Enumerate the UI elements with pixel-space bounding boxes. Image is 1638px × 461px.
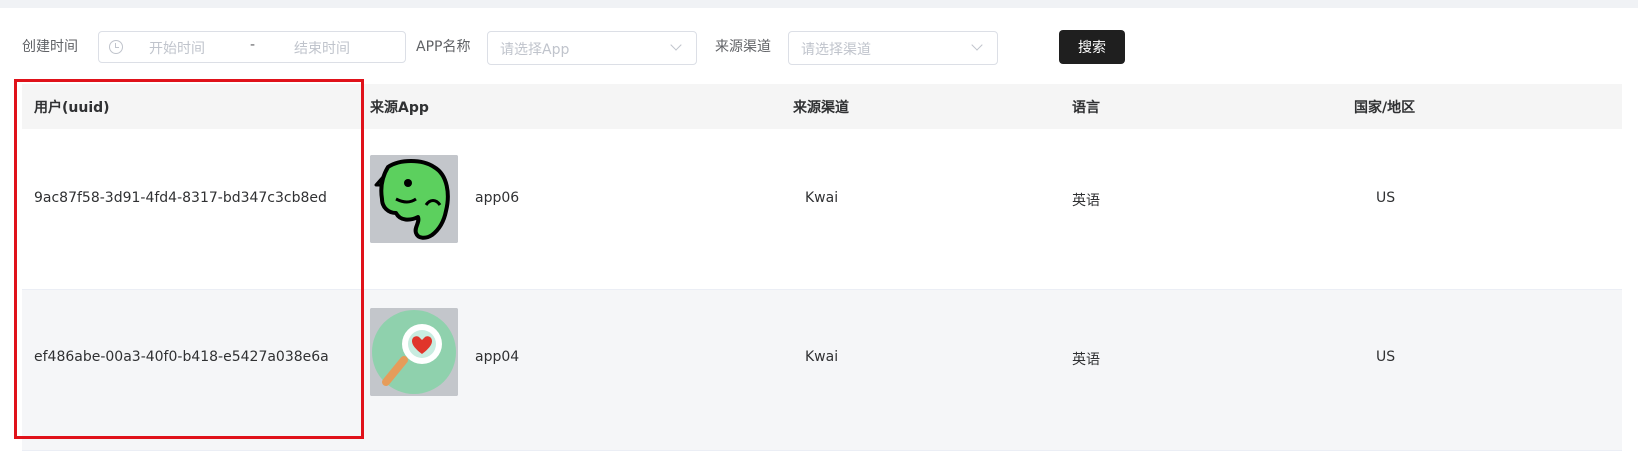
clock-icon: [109, 40, 123, 54]
created-time-label: 创建时间: [22, 39, 78, 55]
country: US: [1376, 190, 1396, 206]
app-select-placeholder: 请选择App: [500, 42, 570, 58]
channel-select[interactable]: 请选择渠道: [788, 31, 998, 65]
app-select[interactable]: 请选择App: [487, 31, 697, 65]
channel-select-placeholder: 请选择渠道: [801, 42, 871, 58]
chevron-down-icon: [670, 39, 682, 51]
end-time-input[interactable]: 结束时间: [294, 38, 350, 58]
header-app: 来源App: [370, 100, 429, 116]
start-time-input[interactable]: 开始时间: [149, 38, 205, 58]
app-name-label: APP名称: [416, 39, 471, 55]
app-name: app06: [475, 190, 520, 206]
channel: Kwai: [805, 349, 839, 365]
language: 英语: [1072, 352, 1100, 368]
magnifier-heart-icon: [370, 308, 458, 396]
header-channel: 来源渠道: [793, 100, 849, 116]
date-range-separator: -: [250, 37, 256, 53]
app-name: app04: [475, 349, 520, 365]
date-range-picker[interactable]: 开始时间 - 结束时间: [98, 31, 406, 63]
channel: Kwai: [805, 190, 839, 206]
header-country: 国家/地区: [1354, 100, 1416, 116]
header-language: 语言: [1072, 100, 1100, 116]
elephant-icon: [370, 155, 458, 243]
search-button[interactable]: 搜索: [1059, 30, 1125, 64]
channel-label: 来源渠道: [715, 39, 771, 55]
language: 英语: [1072, 193, 1100, 209]
country: US: [1376, 349, 1396, 365]
uuid-column-highlight: [14, 79, 364, 439]
chevron-down-icon: [971, 39, 983, 51]
